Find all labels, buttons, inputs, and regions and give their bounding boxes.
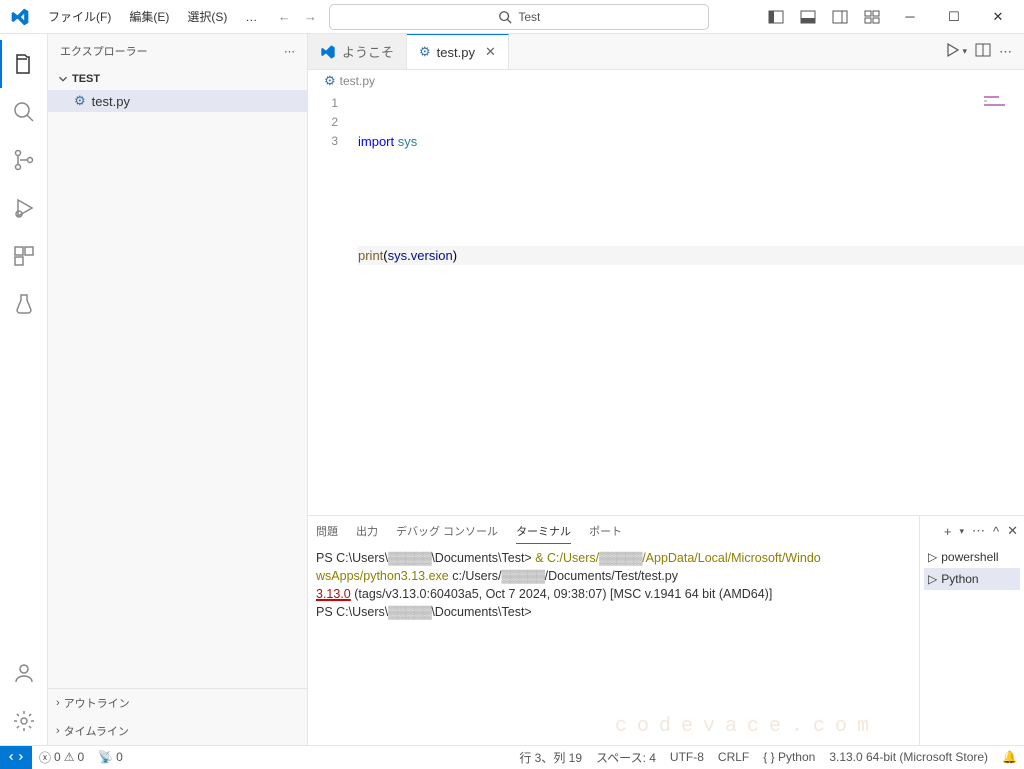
- remote-indicator[interactable]: [0, 746, 32, 769]
- activity-extensions[interactable]: [0, 232, 48, 280]
- panel-tab-debug[interactable]: デバッグ コンソール: [396, 519, 498, 543]
- activity-explorer[interactable]: [0, 40, 48, 88]
- tab-welcome[interactable]: ようこそ: [308, 34, 407, 69]
- panel-tab-terminal[interactable]: ターミナル: [516, 519, 571, 544]
- nav-arrows: ← →: [273, 6, 321, 28]
- status-notifications-icon[interactable]: 🔔: [995, 750, 1024, 764]
- layout-customize-icon[interactable]: [858, 3, 886, 31]
- status-ports[interactable]: 📡 0: [91, 750, 130, 764]
- menu-edit[interactable]: 編集(E): [121, 4, 177, 29]
- python-file-icon: ⚙: [324, 73, 336, 89]
- nav-back[interactable]: ←: [273, 6, 295, 28]
- status-problems[interactable]: ⓧ 0 ⚠ 0: [32, 749, 91, 766]
- title-bar: ファイル(F) 編集(E) 選択(S) … ← → Test ─ ☐ ✕: [0, 0, 1024, 34]
- editor-more-icon[interactable]: ⋯: [999, 44, 1012, 60]
- maximize-panel-icon[interactable]: ^: [993, 524, 999, 539]
- status-encoding[interactable]: UTF-8: [663, 750, 711, 764]
- new-terminal-icon[interactable]: +: [944, 524, 952, 539]
- status-bar: ⓧ 0 ⚠ 0 📡 0 行 3、列 19 スペース: 4 UTF-8 CRLF …: [0, 745, 1024, 768]
- terminal-icon: ▷: [928, 572, 937, 586]
- search-text: Test: [518, 10, 540, 24]
- tabs-row: ようこそ ⚙ test.py ✕ ▾ ⋯: [308, 34, 1024, 70]
- nav-forward[interactable]: →: [299, 6, 321, 28]
- command-center[interactable]: Test: [329, 4, 709, 30]
- activity-bar: [0, 34, 48, 745]
- vscode-logo-icon: [10, 7, 30, 27]
- breadcrumb[interactable]: ⚙ test.py: [308, 70, 1024, 92]
- tab-testpy[interactable]: ⚙ test.py ✕: [407, 34, 509, 69]
- search-icon: [498, 10, 512, 24]
- file-item-testpy[interactable]: ⚙ test.py: [48, 90, 307, 112]
- layout-sidebar-right-icon[interactable]: [826, 3, 854, 31]
- python-file-icon: ⚙: [74, 93, 86, 109]
- terminal-list-pane: + ▾ ⋯ ^ ✕ ▷powershell ▷Python: [920, 516, 1024, 745]
- timeline-section[interactable]: ›タイムライン: [48, 717, 307, 745]
- sidebar-more-icon[interactable]: ⋯: [284, 45, 295, 58]
- watermark: codevace.com: [615, 718, 879, 735]
- panel-more-icon[interactable]: ⋯: [972, 523, 985, 539]
- file-tree: ⚙ test.py: [48, 90, 307, 688]
- terminal-dropdown-icon[interactable]: ▾: [959, 526, 964, 537]
- terminal[interactable]: PS C:\Users\▓▓▓▓▓\Documents\Test> & C:/U…: [308, 546, 919, 745]
- layout-sidebar-left-icon[interactable]: [762, 3, 790, 31]
- menu-more[interactable]: …: [237, 6, 265, 28]
- status-language[interactable]: { } Python: [756, 750, 822, 764]
- status-eol[interactable]: CRLF: [711, 750, 756, 764]
- vscode-icon: [320, 44, 336, 60]
- layout-panel-icon[interactable]: [794, 3, 822, 31]
- activity-account[interactable]: [0, 649, 48, 697]
- file-label: test.py: [92, 94, 130, 109]
- panel-tabs: 問題 出力 デバッグ コンソール ターミナル ポート: [308, 516, 919, 546]
- status-spaces[interactable]: スペース: 4: [589, 749, 663, 766]
- terminal-item-powershell[interactable]: ▷powershell: [924, 546, 1020, 568]
- python-file-icon: ⚙: [419, 44, 431, 60]
- menu-file[interactable]: ファイル(F): [40, 4, 119, 29]
- window-minimize[interactable]: ─: [890, 0, 930, 34]
- run-dropdown-icon[interactable]: ▾: [962, 46, 967, 57]
- panel-tab-output[interactable]: 出力: [356, 519, 378, 543]
- terminal-icon: ▷: [928, 550, 937, 564]
- status-cursor[interactable]: 行 3、列 19: [512, 749, 589, 766]
- editor-actions: ▾ ⋯: [944, 34, 1024, 69]
- terminal-item-python[interactable]: ▷Python: [924, 568, 1020, 590]
- folder-header[interactable]: TEST: [48, 68, 307, 90]
- code[interactable]: import sys print(sys.version): [358, 92, 1024, 515]
- editor-area: ようこそ ⚙ test.py ✕ ▾ ⋯ ⚙ test.py 123: [308, 34, 1024, 745]
- status-interpreter[interactable]: 3.13.0 64-bit (Microsoft Store): [822, 750, 995, 764]
- menu-bar: ファイル(F) 編集(E) 選択(S) …: [40, 4, 265, 29]
- chevron-down-icon: [56, 72, 70, 86]
- window-maximize[interactable]: ☐: [934, 0, 974, 34]
- activity-testing[interactable]: [0, 280, 48, 328]
- window-close[interactable]: ✕: [978, 0, 1018, 34]
- close-panel-icon[interactable]: ✕: [1007, 523, 1018, 539]
- activity-scm[interactable]: [0, 136, 48, 184]
- panel: 問題 出力 デバッグ コンソール ターミナル ポート PS C:\Users\▓…: [308, 515, 1024, 745]
- gutter: 123: [308, 92, 358, 515]
- explorer-sidebar: エクスプローラー ⋯ TEST ⚙ test.py ›アウトライン ›タイムライ…: [48, 34, 308, 745]
- split-editor-icon[interactable]: [975, 42, 991, 61]
- panel-tab-problems[interactable]: 問題: [316, 519, 338, 543]
- activity-search[interactable]: [0, 88, 48, 136]
- panel-tab-ports[interactable]: ポート: [589, 519, 622, 543]
- outline-section[interactable]: ›アウトライン: [48, 689, 307, 717]
- folder-name: TEST: [72, 73, 100, 85]
- activity-settings[interactable]: [0, 697, 48, 745]
- menu-select[interactable]: 選択(S): [179, 4, 235, 29]
- activity-debug[interactable]: [0, 184, 48, 232]
- run-icon[interactable]: [944, 42, 960, 61]
- minimap[interactable]: [984, 96, 1014, 116]
- sidebar-title: エクスプローラー: [60, 43, 148, 59]
- close-icon[interactable]: ✕: [485, 44, 496, 60]
- editor-body[interactable]: 123 import sys print(sys.version): [308, 92, 1024, 515]
